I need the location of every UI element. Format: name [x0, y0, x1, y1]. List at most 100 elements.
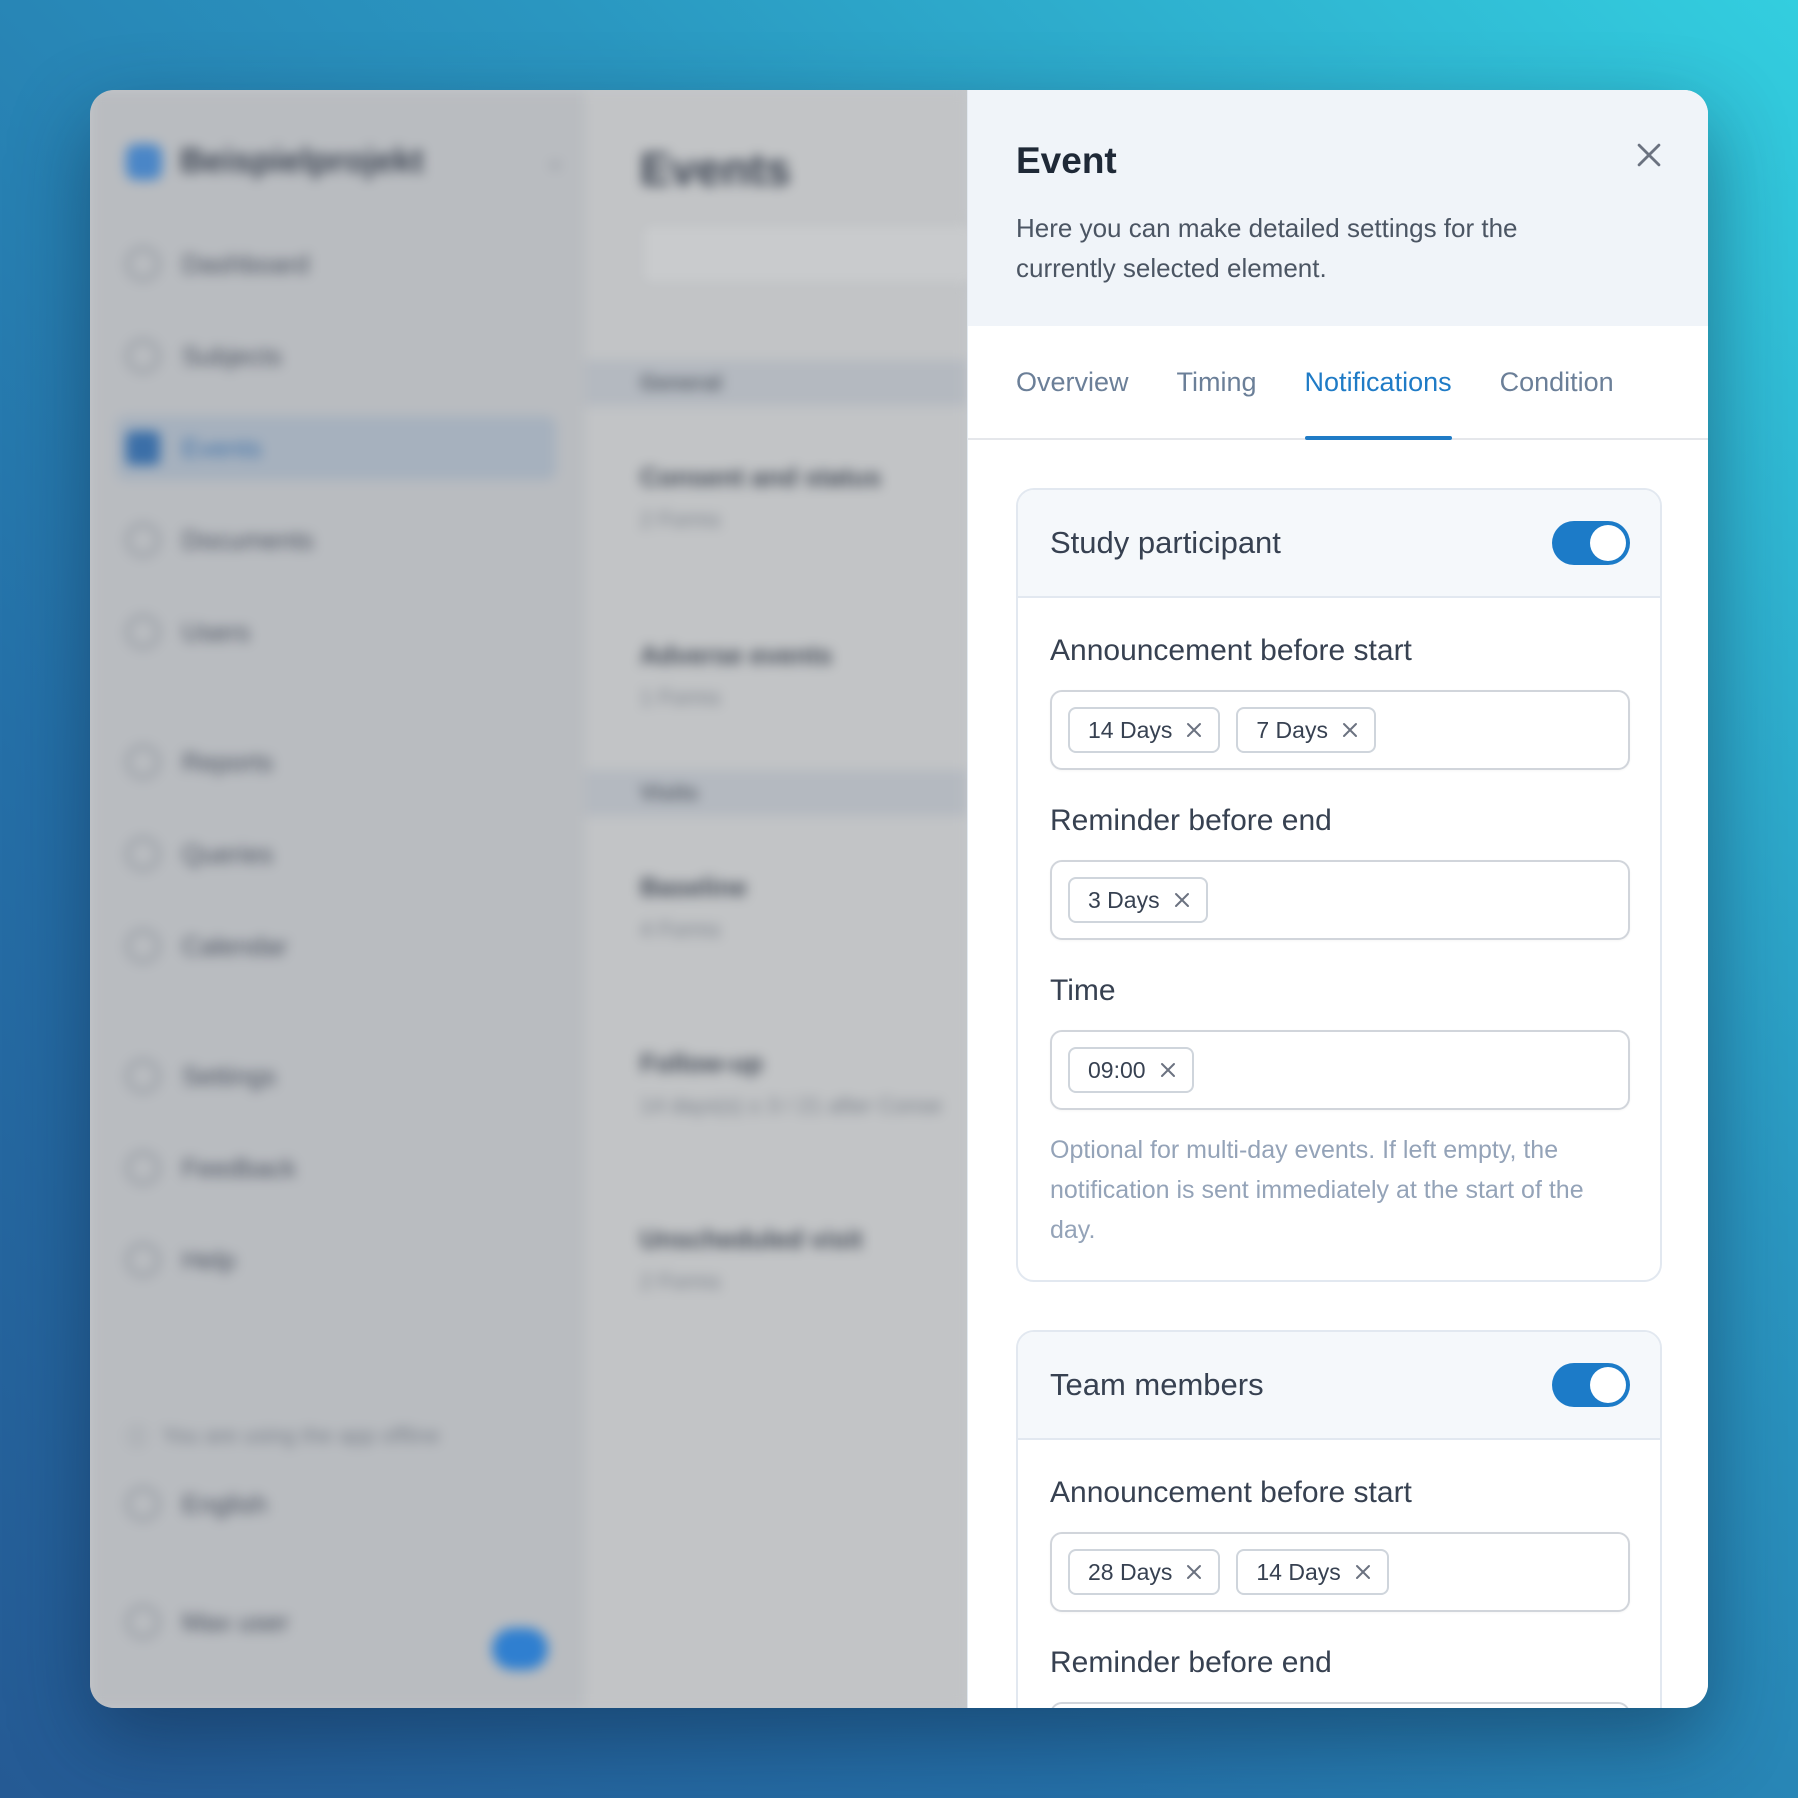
tab-timing[interactable]: Timing [1177, 326, 1257, 438]
tag: 28 Days [1068, 1549, 1221, 1595]
gear-icon [126, 1059, 160, 1093]
page-title: Events [640, 143, 791, 195]
list-item-title: Unscheduled visit [640, 1224, 863, 1254]
tab-notifications[interactable]: Notifications [1304, 326, 1452, 440]
time-tag-input[interactable]: 09:00 [1050, 1030, 1630, 1110]
reminder-label: Reminder before end [1050, 1646, 1332, 1679]
event-settings-drawer: Event Here you can make detailed setting… [967, 90, 1708, 1708]
section-header: General [585, 360, 967, 406]
time-help-text: Optional for multi-day events. If left e… [1050, 1136, 1584, 1244]
sidebar-item-label: Users [182, 616, 250, 647]
sidebar-item-label: Subjects [182, 340, 282, 371]
tag-label: 7 Days [1256, 716, 1328, 743]
drawer-header: Event Here you can make detailed setting… [968, 90, 1708, 326]
list-item-title: Follow-up [640, 1048, 763, 1078]
sidebar-item-label: Help [182, 1244, 236, 1275]
list-item: Adverse events 1 Forms [640, 640, 832, 711]
feedback-icon [126, 1151, 160, 1185]
list-item-title: Consent and status [640, 462, 882, 492]
sidebar-item-events: Events [116, 416, 556, 480]
users-icon [126, 615, 160, 649]
study-participant-card: Study participant Announcement before st… [1016, 488, 1662, 1282]
sidebar-item-users: Users [126, 600, 546, 664]
tab-condition[interactable]: Condition [1500, 326, 1614, 438]
list-item: Follow-up 14 days(s) ± 3 / 21 after Conse [640, 1048, 942, 1119]
sidebar-item-label: Events [182, 432, 262, 463]
tag-label: 09:00 [1088, 1056, 1146, 1083]
sidebar-item-settings: Settings [126, 1044, 546, 1108]
sidebar-item-label: Documents [182, 524, 314, 555]
tag: 3 Days [1068, 877, 1208, 923]
announcement-tag-input[interactable]: 14 Days 7 Days [1050, 690, 1630, 770]
close-button[interactable] [1632, 138, 1666, 172]
remove-tag-icon[interactable] [1184, 1562, 1204, 1582]
list-item-subtitle: 2 Forms [640, 507, 721, 532]
drawer-description: Here you can make detailed settings for … [1016, 213, 1518, 283]
queries-icon [126, 837, 160, 871]
remove-tag-icon[interactable] [1340, 720, 1360, 740]
reminder-tag-input[interactable] [1050, 1702, 1630, 1708]
tag-label: 3 Days [1088, 886, 1160, 913]
background-app-blurred: Beispielprojekt ⌄ Dashboard Subjects Eve… [90, 90, 980, 1708]
chevron-down-icon: ⌄ [546, 148, 565, 173]
help-icon [126, 1243, 160, 1277]
close-icon [1637, 143, 1661, 167]
user-name: Max user [182, 1606, 289, 1637]
project-switcher: Beispielprojekt ⌄ [126, 142, 564, 181]
card-body: Announcement before start 14 Days 7 Days… [1018, 598, 1660, 1280]
tag: 14 Days [1068, 707, 1221, 753]
announcement-tag-input[interactable]: 28 Days 14 Days [1050, 1532, 1630, 1612]
list-item: Unscheduled visit 2 Forms [640, 1224, 863, 1295]
list-item-subtitle: 14 days(s) ± 3 / 21 after Conse [640, 1093, 942, 1118]
sidebar-item-dashboard: Dashboard [126, 232, 546, 296]
sidebar-item-label: Dashboard [182, 248, 310, 279]
card-header: Study participant [1018, 490, 1660, 598]
list-item-subtitle: 2 Forms [640, 1269, 721, 1294]
sidebar-item-label: Queries [182, 838, 274, 869]
sidebar-item-documents: Documents [126, 508, 546, 572]
list-item-subtitle: 1 Forms [640, 685, 721, 710]
reports-icon [126, 745, 160, 779]
card-title: Study participant [1050, 525, 1281, 560]
tag-label: 28 Days [1088, 1558, 1173, 1585]
reminder-tag-input[interactable]: 3 Days [1050, 860, 1630, 940]
offline-notice-text: You are using the app offline [162, 1423, 440, 1448]
drawer-body: Study participant Announcement before st… [968, 440, 1708, 1708]
list-item: Consent and status 2 Forms [640, 462, 881, 533]
study-participant-toggle[interactable] [1552, 521, 1630, 565]
list-item-subtitle: 4 Forms [640, 917, 721, 942]
remove-tag-icon[interactable] [1158, 1060, 1178, 1080]
tab-bar: Overview Timing Notifications Condition [968, 326, 1708, 440]
calendar-icon [126, 929, 160, 963]
sidebar-item-feedback: Feedback [126, 1136, 546, 1200]
tag-label: 14 Days [1088, 716, 1173, 743]
remove-tag-icon[interactable] [1353, 1562, 1373, 1582]
remove-tag-icon[interactable] [1184, 720, 1204, 740]
remove-tag-icon[interactable] [1172, 890, 1192, 910]
offline-notice: ⓘ You are using the app offline [126, 1420, 440, 1452]
search-input [640, 222, 980, 286]
user-menu: Max user [126, 1590, 546, 1654]
toggle-knob [1590, 1367, 1626, 1403]
events-icon [126, 431, 160, 465]
reminder-label: Reminder before end [1050, 804, 1332, 837]
announcement-label: Announcement before start [1050, 634, 1412, 667]
tab-overview[interactable]: Overview [1016, 326, 1129, 438]
announcement-label: Announcement before start [1050, 1476, 1412, 1509]
time-label: Time [1050, 974, 1116, 1007]
team-members-card: Team members Announcement before start 2… [1016, 1330, 1662, 1708]
card-title: Team members [1050, 1367, 1264, 1402]
section-header: Visits [585, 770, 967, 816]
sidebar-item-label: Reports [182, 746, 274, 777]
list-item-title: Adverse events [640, 640, 833, 670]
tag-label: 14 Days [1256, 1558, 1341, 1585]
documents-icon [126, 523, 160, 557]
app-window: Beispielprojekt ⌄ Dashboard Subjects Eve… [90, 90, 1708, 1708]
tag: 14 Days [1236, 1549, 1389, 1595]
subjects-icon [126, 339, 160, 373]
list-item: Baseline 4 Forms [640, 872, 747, 943]
language-label: English [182, 1488, 268, 1519]
drawer-title: Event [1016, 140, 1117, 181]
team-members-toggle[interactable] [1552, 1363, 1630, 1407]
globe-icon [126, 1487, 160, 1521]
